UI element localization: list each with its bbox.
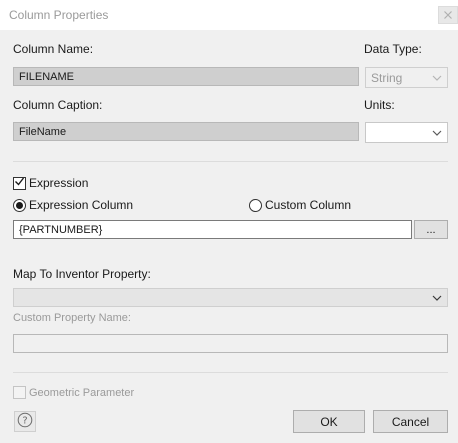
ok-button[interactable]: OK	[293, 410, 365, 433]
separator-top	[13, 161, 448, 162]
data-type-dropdown[interactable]: String	[365, 67, 448, 88]
checkmark-icon	[14, 176, 25, 190]
map-to-inventor-label: Map To Inventor Property:	[13, 267, 151, 281]
dialog-title: Column Properties	[9, 8, 109, 22]
close-button[interactable]	[438, 6, 458, 24]
help-icon: ?	[17, 412, 33, 431]
chevron-down-icon	[432, 295, 442, 301]
cancel-button[interactable]: Cancel	[373, 410, 448, 433]
expression-column-radio-label: Expression Column	[29, 198, 134, 212]
checkbox-box	[13, 176, 26, 190]
column-caption-field[interactable]: FileName	[13, 122, 359, 141]
expression-value: {PARTNUMBER}	[19, 223, 103, 236]
custom-column-radio[interactable]: Custom Column	[249, 198, 351, 212]
data-type-label: Data Type:	[364, 42, 422, 56]
expression-browse-button[interactable]: ...	[414, 220, 448, 239]
custom-property-name-input[interactable]	[13, 334, 448, 353]
title-bar: Column Properties	[0, 0, 458, 30]
help-icon-text: ?	[22, 416, 27, 427]
column-properties-dialog: Column Properties Column Name: FILENAME …	[0, 0, 458, 443]
radio-circle	[249, 198, 262, 212]
column-caption-label: Column Caption:	[13, 98, 103, 112]
data-type-value: String	[371, 70, 403, 85]
expression-input[interactable]: {PARTNUMBER}	[13, 220, 412, 239]
radio-circle	[13, 198, 26, 212]
chevron-down-icon	[432, 130, 442, 136]
checkbox-box	[13, 386, 26, 399]
geometric-parameter-label: Geometric Parameter	[29, 386, 135, 399]
expression-checkbox-label: Expression	[29, 176, 89, 190]
custom-column-radio-label: Custom Column	[265, 198, 352, 212]
radio-selected-dot	[16, 201, 23, 209]
column-caption-value: FileName	[19, 125, 67, 138]
column-name-value: FILENAME	[19, 70, 75, 83]
chevron-down-icon	[432, 75, 442, 81]
units-label: Units:	[364, 98, 395, 112]
map-to-inventor-dropdown[interactable]	[13, 288, 448, 307]
column-name-field[interactable]: FILENAME	[13, 67, 359, 86]
close-icon	[444, 11, 452, 19]
custom-property-name-label: Custom Property Name:	[13, 312, 131, 324]
expression-checkbox[interactable]: Expression	[13, 176, 88, 190]
help-button[interactable]: ?	[14, 411, 36, 432]
separator-bottom	[13, 372, 448, 373]
expression-column-radio[interactable]: Expression Column	[13, 198, 133, 212]
geometric-parameter-checkbox[interactable]: Geometric Parameter	[13, 386, 134, 399]
units-dropdown[interactable]	[365, 122, 448, 143]
column-name-label: Column Name:	[13, 42, 94, 56]
